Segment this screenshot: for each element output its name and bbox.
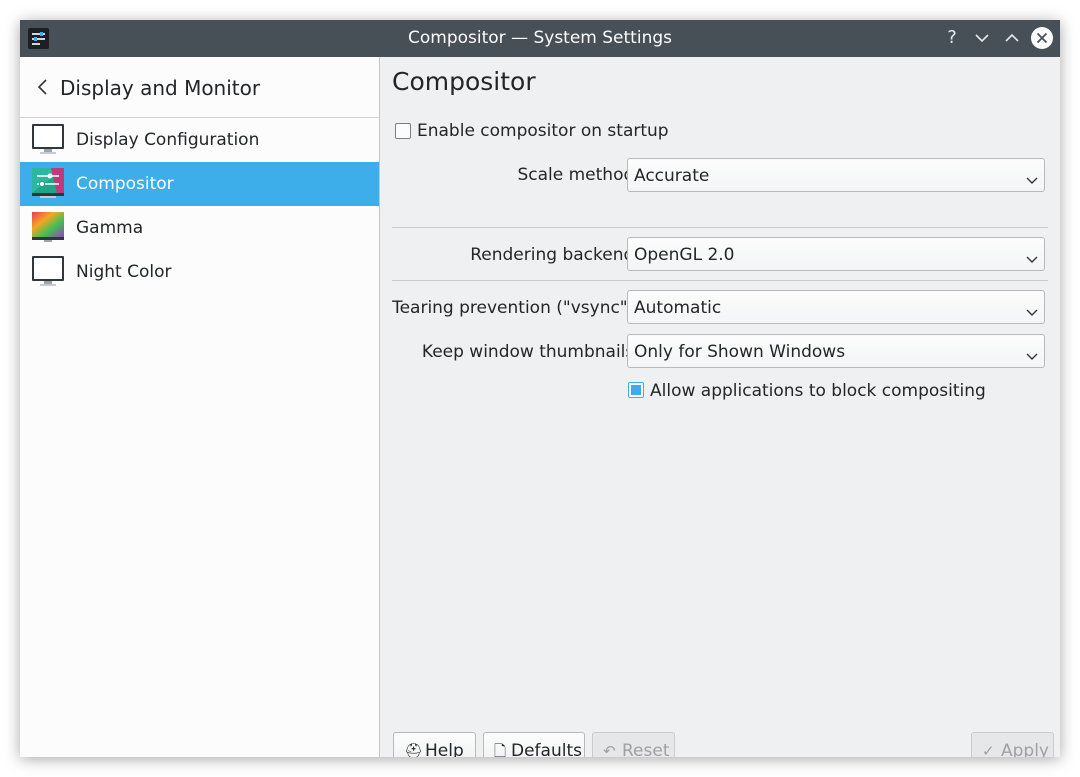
gamma-icon — [31, 212, 65, 244]
chevron-down-icon — [1026, 249, 1038, 263]
tearing-prevention-value: Automatic — [634, 298, 722, 318]
chevron-down-icon — [1026, 346, 1038, 360]
separator — [392, 280, 1048, 281]
chevron-down-icon — [1026, 302, 1038, 316]
enable-compositor-checkbox[interactable] — [395, 123, 411, 139]
undo-icon: ↶ — [603, 742, 616, 757]
system-settings-window: Compositor — System Settings ? Display a… — [20, 20, 1060, 757]
enable-compositor-label[interactable]: Enable compositor on startup — [417, 119, 669, 143]
minimize-button[interactable] — [970, 26, 994, 50]
compositor-page: Compositor Enable compositor on startup … — [380, 57, 1060, 757]
compositor-icon — [31, 168, 65, 200]
keep-thumbnails-label: Keep window thumbnails: — [421, 342, 640, 362]
scale-method-value: Accurate — [634, 166, 710, 186]
tearing-prevention-combobox[interactable]: Automatic — [627, 290, 1045, 324]
window-title: Compositor — System Settings — [408, 28, 672, 48]
sidebar-item-label: Gamma — [76, 218, 144, 238]
titlebar[interactable]: Compositor — System Settings ? — [20, 20, 1060, 57]
sidebar-item-night-color[interactable]: Night Color — [20, 250, 379, 294]
rendering-backend-label: Rendering backend: — [470, 245, 640, 265]
page-title: Compositor — [392, 67, 536, 96]
rendering-backend-combobox[interactable]: OpenGL 2.0 — [627, 237, 1045, 271]
apply-button[interactable]: ✓ Apply — [971, 732, 1054, 757]
allow-block-compositing-checkbox[interactable] — [628, 382, 644, 398]
sidebar: Display and Monitor Display Configuratio… — [20, 57, 380, 757]
sidebar-item-label: Display Configuration — [76, 130, 260, 150]
help-button[interactable]: ⛑ Help — [393, 732, 476, 757]
sidebar-header: Display and Monitor — [20, 57, 379, 118]
scale-method-label: Scale method: — [517, 165, 640, 185]
sidebar-item-display-configuration[interactable]: Display Configuration — [20, 118, 379, 162]
help-icon[interactable]: ? — [940, 26, 964, 50]
sidebar-item-compositor[interactable]: Compositor — [20, 162, 379, 206]
document-icon: 🗋 — [494, 742, 507, 757]
keep-thumbnails-combobox[interactable]: Only for Shown Windows — [627, 334, 1045, 368]
reset-button[interactable]: ↶ Reset — [592, 732, 675, 757]
scale-method-combobox[interactable]: Accurate — [627, 158, 1045, 192]
night-color-icon — [31, 256, 65, 288]
separator — [392, 227, 1048, 228]
help-icon: ⛑ — [404, 742, 424, 757]
checkmark-icon: ✓ — [982, 742, 995, 757]
tearing-prevention-label: Tearing prevention ("vsync"): — [392, 298, 640, 318]
sidebar-item-gamma[interactable]: Gamma — [20, 206, 379, 250]
monitor-icon — [31, 124, 65, 156]
keep-thumbnails-value: Only for Shown Windows — [634, 342, 846, 362]
rendering-backend-value: OpenGL 2.0 — [634, 245, 735, 265]
maximize-button[interactable] — [1000, 26, 1024, 50]
close-button[interactable] — [1031, 27, 1053, 49]
chevron-down-icon — [1026, 170, 1038, 184]
defaults-button[interactable]: 🗋 Defaults — [483, 732, 585, 757]
back-arrow-icon[interactable] — [36, 77, 50, 97]
sidebar-title: Display and Monitor — [60, 76, 261, 100]
sidebar-item-label: Compositor — [76, 174, 174, 194]
allow-block-compositing-label[interactable]: Allow applications to block compositing — [650, 379, 986, 403]
sidebar-item-label: Night Color — [76, 262, 172, 282]
